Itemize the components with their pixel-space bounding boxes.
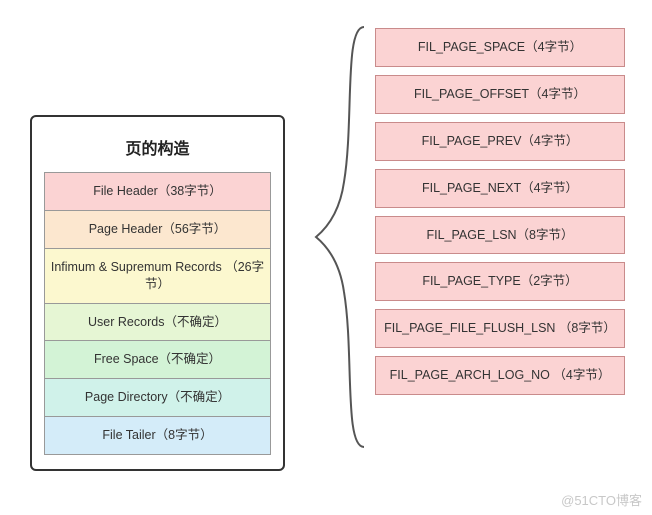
row-fil-page-arch-log-no: FIL_PAGE_ARCH_LOG_NO （4字节） <box>375 356 625 395</box>
row-page-directory: Page Directory（不确定） <box>44 378 271 417</box>
row-fil-page-space: FIL_PAGE_SPACE（4字节） <box>375 28 625 67</box>
page-structure-title: 页的构造 <box>44 129 271 173</box>
row-fil-page-prev: FIL_PAGE_PREV（4字节） <box>375 122 625 161</box>
row-fil-page-lsn: FIL_PAGE_LSN（8字节） <box>375 216 625 255</box>
file-header-detail-panel: FIL_PAGE_SPACE（4字节） FIL_PAGE_OFFSET（4字节）… <box>375 28 625 403</box>
row-fil-page-file-flush-lsn: FIL_PAGE_FILE_FLUSH_LSN （8字节） <box>375 309 625 348</box>
brace-icon <box>314 22 374 452</box>
row-file-header: File Header（38字节） <box>44 172 271 211</box>
page-structure-panel: 页的构造 File Header（38字节） Page Header（56字节）… <box>30 115 285 471</box>
row-infimum-supremum: Infimum & Supremum Records （26字节） <box>44 248 271 304</box>
row-free-space: Free Space（不确定） <box>44 340 271 379</box>
watermark: @51CTO博客 <box>561 490 642 509</box>
row-fil-page-next: FIL_PAGE_NEXT（4字节） <box>375 169 625 208</box>
row-user-records: User Records（不确定） <box>44 303 271 342</box>
row-fil-page-offset: FIL_PAGE_OFFSET（4字节） <box>375 75 625 114</box>
row-page-header: Page Header（56字节） <box>44 210 271 249</box>
row-fil-page-type: FIL_PAGE_TYPE（2字节） <box>375 262 625 301</box>
row-file-tailer: File Tailer（8字节） <box>44 416 271 455</box>
